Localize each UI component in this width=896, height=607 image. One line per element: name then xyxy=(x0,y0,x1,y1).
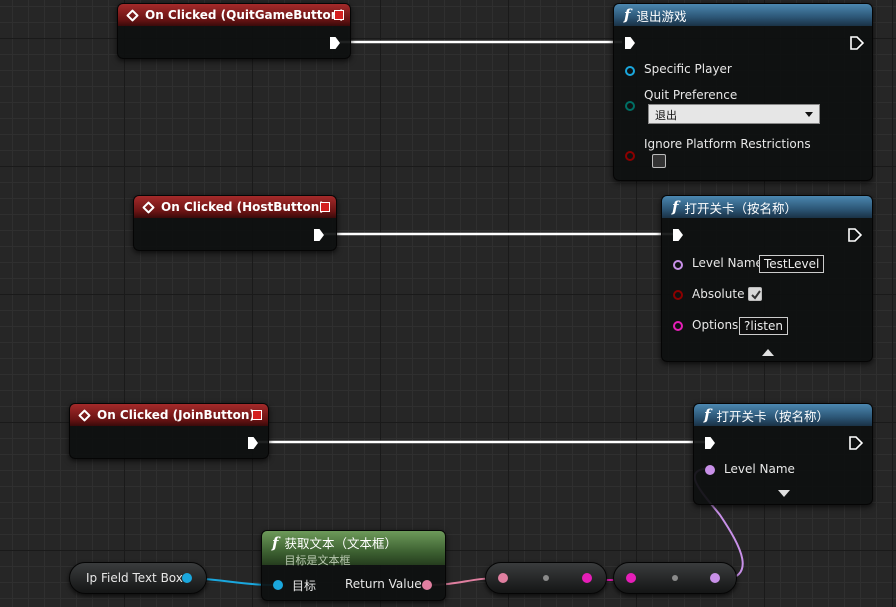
pin-label-target: 目标 xyxy=(292,579,317,593)
conversion-dot xyxy=(672,575,678,581)
object-pin[interactable] xyxy=(273,580,283,590)
object-pin[interactable] xyxy=(182,573,192,583)
string-pin[interactable] xyxy=(626,573,636,583)
name-pin[interactable] xyxy=(705,465,715,475)
function-icon: f xyxy=(624,6,631,24)
level-name-input[interactable]: TestLevel xyxy=(759,255,825,273)
node-header[interactable]: On Clicked (HostButton) xyxy=(134,196,336,218)
event-icon xyxy=(142,200,155,214)
pin-label-level-name: Level Name xyxy=(724,462,795,476)
exec-out-pin[interactable] xyxy=(314,229,324,241)
text-pin[interactable] xyxy=(422,580,432,590)
node-header[interactable]: On Clicked (QuitGameButton) xyxy=(118,4,350,26)
string-pin[interactable] xyxy=(582,573,592,583)
function-icon: f xyxy=(672,198,679,216)
function-icon: f xyxy=(272,534,279,552)
expand-advanced-icon[interactable] xyxy=(778,490,790,497)
text-pin[interactable] xyxy=(498,573,508,583)
function-node-open-level-host[interactable]: f 打开关卡（按名称） Level Name TestLevel Absolut… xyxy=(661,195,873,362)
name-pin[interactable] xyxy=(710,573,720,583)
node-header[interactable]: f 获取文本（文本框） 目标是文本框 xyxy=(262,531,445,568)
options-input[interactable]: ?listen xyxy=(739,317,788,335)
exec-in-pin[interactable] xyxy=(625,37,635,49)
exec-out-pin[interactable] xyxy=(848,228,862,242)
variable-node-ip-field[interactable]: Ip Field Text Box xyxy=(69,562,207,594)
pin-label-options: Options xyxy=(692,318,739,332)
chevron-down-icon xyxy=(805,112,813,117)
exec-out-pin[interactable] xyxy=(849,436,863,450)
dropdown-value: 退出 xyxy=(655,109,677,122)
string-pin[interactable] xyxy=(673,321,683,331)
event-node-join[interactable]: On Clicked (JoinButton) xyxy=(69,403,269,459)
node-title: 退出游戏 xyxy=(636,8,687,24)
exec-out-pin[interactable] xyxy=(248,437,258,449)
node-title: On Clicked (QuitGameButton) xyxy=(145,8,345,22)
node-header[interactable]: f 退出游戏 xyxy=(614,4,872,26)
exec-out-pin[interactable] xyxy=(330,37,340,49)
event-icon xyxy=(126,8,139,22)
node-header[interactable]: On Clicked (JoinButton) xyxy=(70,404,268,426)
node-subtitle: 目标是文本框 xyxy=(284,554,351,567)
node-header[interactable]: f 打开关卡（按名称） xyxy=(694,404,872,426)
function-node-quit-game[interactable]: f 退出游戏 Specific Player Quit Preference 退… xyxy=(613,3,873,181)
exec-in-pin[interactable] xyxy=(673,229,683,241)
object-pin[interactable] xyxy=(625,66,635,76)
conversion-node-string-to-name[interactable] xyxy=(613,562,737,594)
bool-pin[interactable] xyxy=(673,290,683,300)
absolute-checkbox[interactable] xyxy=(748,287,762,301)
pin-label-absolute: Absolute xyxy=(692,287,745,301)
delegate-pin-icon[interactable] xyxy=(252,410,262,420)
node-title: On Clicked (HostButton) xyxy=(161,200,325,214)
node-title: 打开关卡（按名称） xyxy=(684,200,797,216)
node-title: On Clicked (JoinButton) xyxy=(97,408,255,422)
header-text: 获取文本（文本框） 目标是文本框 xyxy=(284,533,397,568)
function-node-get-text[interactable]: f 获取文本（文本框） 目标是文本框 目标 Return Value xyxy=(261,530,446,601)
event-node-quit[interactable]: On Clicked (QuitGameButton) xyxy=(117,3,351,59)
variable-label: Ip Field Text Box xyxy=(86,571,183,585)
ignore-platform-checkbox[interactable] xyxy=(652,154,666,168)
conversion-node-text-to-string[interactable] xyxy=(485,562,607,594)
exec-in-pin[interactable] xyxy=(705,437,715,449)
quit-preference-dropdown[interactable]: 退出 xyxy=(648,104,820,124)
function-icon: f xyxy=(704,406,711,424)
delegate-pin-icon[interactable] xyxy=(320,202,330,212)
function-node-open-level-join[interactable]: f 打开关卡（按名称） Level Name xyxy=(693,403,873,505)
node-title: 获取文本（文本框） xyxy=(284,536,397,551)
exec-out-pin[interactable] xyxy=(850,36,864,50)
conversion-dot xyxy=(543,575,549,581)
node-header[interactable]: f 打开关卡（按名称） xyxy=(662,196,872,218)
event-node-host[interactable]: On Clicked (HostButton) xyxy=(133,195,337,251)
pin-label-ignore-platform: Ignore Platform Restrictions xyxy=(644,137,811,151)
name-pin[interactable] xyxy=(673,260,683,270)
pin-label-specific-player: Specific Player xyxy=(644,62,732,76)
node-title: 打开关卡（按名称） xyxy=(716,408,829,424)
pin-label-level-name: Level Name xyxy=(692,256,763,270)
byte-pin[interactable] xyxy=(625,101,635,111)
pin-label-return-value: Return Value xyxy=(345,577,422,591)
event-icon xyxy=(78,408,91,422)
bool-pin[interactable] xyxy=(625,151,635,161)
pin-label-quit-preference: Quit Preference xyxy=(644,88,738,102)
collapse-advanced-icon[interactable] xyxy=(762,349,774,356)
delegate-pin-icon[interactable] xyxy=(334,10,344,20)
